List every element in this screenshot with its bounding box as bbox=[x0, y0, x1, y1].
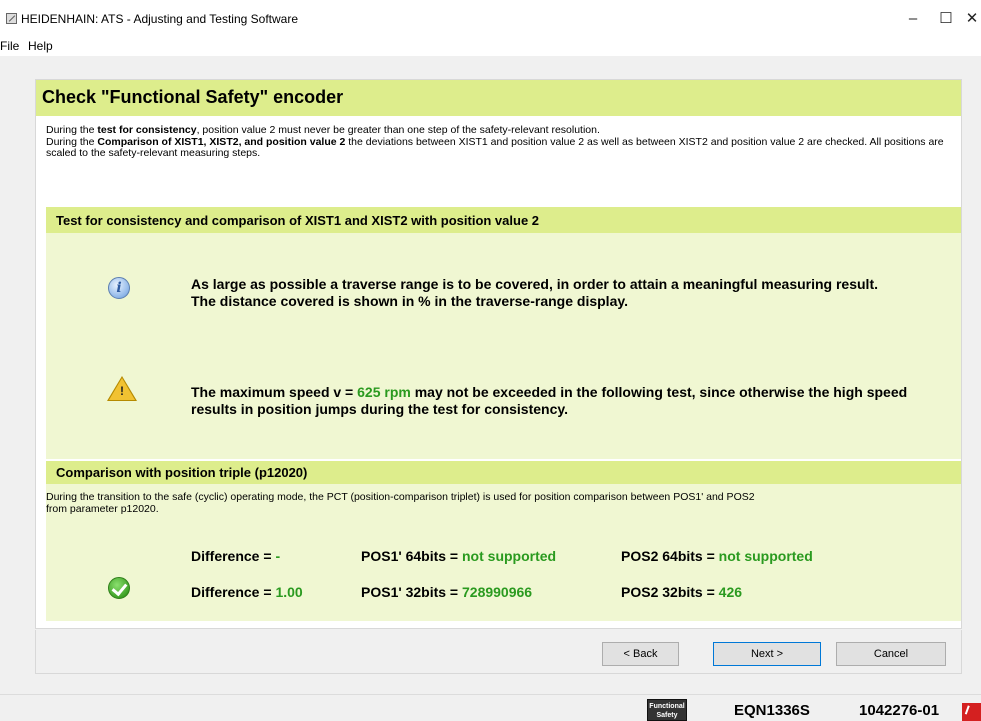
triple-description: During the transition to the safe (cycli… bbox=[46, 491, 951, 515]
info-line-2: The distance covered is shown in % in th… bbox=[191, 293, 628, 309]
badge-line-1: Functional bbox=[649, 703, 685, 710]
wizard-panel: Check "Functional Safety" encoder During… bbox=[35, 79, 962, 629]
status-error-icon[interactable] bbox=[962, 703, 981, 721]
menu-bar: File Help bbox=[0, 36, 981, 56]
difference-64-readout: Difference = - bbox=[191, 548, 280, 564]
cancel-button[interactable]: Cancel bbox=[836, 642, 946, 666]
status-bar: Functional Safety EQN1336S 1042276-01 bbox=[0, 694, 981, 721]
pos1-32-label: POS1' 32bits = bbox=[361, 584, 462, 600]
pos2-32-readout: POS2 32bits = 426 bbox=[621, 584, 742, 600]
pos2-64-label: POS2 64bits = bbox=[621, 548, 719, 564]
pos1-64-readout: POS1' 64bits = not supported bbox=[361, 548, 556, 564]
pos2-64-value: not supported bbox=[718, 548, 813, 564]
check-icon bbox=[108, 577, 130, 599]
pos2-32-label: POS2 32bits = bbox=[621, 584, 719, 600]
page-title: Check "Functional Safety" encoder bbox=[42, 87, 344, 107]
difference-32-readout: Difference = 1.00 bbox=[191, 584, 303, 600]
intro-p1-b: , position value 2 must never be greater… bbox=[196, 124, 600, 136]
warning-icon-fill: ! bbox=[109, 378, 135, 400]
intro-p1-a: During the bbox=[46, 124, 98, 136]
close-button[interactable]: ✕ bbox=[961, 8, 981, 30]
page-header: Check "Functional Safety" encoder bbox=[36, 80, 961, 116]
section-consistency-body: i As large as possible a traverse range … bbox=[46, 233, 961, 459]
minimize-button[interactable]: – bbox=[902, 8, 924, 30]
button-bar: < Back Next > Cancel bbox=[35, 630, 962, 674]
pos1-32-readout: POS1' 32bits = 728990966 bbox=[361, 584, 532, 600]
warning-icon-mark: ! bbox=[120, 384, 124, 398]
pos1-64-label: POS1' 64bits = bbox=[361, 548, 462, 564]
next-button[interactable]: Next > bbox=[713, 642, 821, 666]
pos2-64-readout: POS2 64bits = not supported bbox=[621, 548, 813, 564]
back-button[interactable]: < Back bbox=[602, 642, 679, 666]
menu-file[interactable]: File bbox=[0, 39, 19, 53]
serial-number: 1042276-01 bbox=[859, 702, 940, 719]
pos1-32-value: 728990966 bbox=[462, 584, 533, 600]
badge-line-2: Safety bbox=[656, 712, 678, 719]
window-title: HEIDENHAIN: ATS - Adjusting and Testing … bbox=[21, 12, 299, 26]
intro-p1-bold: test for consistency bbox=[97, 124, 197, 136]
section-triple-header: Comparison with position triple (p12020) bbox=[46, 461, 961, 484]
intro-p2-bold: Comparison of XIST1, XIST2, and position… bbox=[97, 135, 346, 148]
triple-desc-line-1: During the transition to the safe (cycli… bbox=[46, 491, 755, 503]
encoder-name: EQN1336S bbox=[734, 702, 810, 719]
difference-64-label: Difference = bbox=[191, 548, 276, 564]
intro-text: During the test for consistency, positio… bbox=[46, 124, 951, 160]
difference-32-value: 1.00 bbox=[275, 584, 303, 600]
section-triple-title: Comparison with position triple (p12020) bbox=[56, 465, 308, 480]
section-consistency-header: Test for consistency and comparison of X… bbox=[46, 207, 961, 233]
title-bar: HEIDENHAIN: ATS - Adjusting and Testing … bbox=[0, 0, 981, 36]
warning-pre: The maximum speed v = bbox=[191, 384, 358, 400]
difference-32-label: Difference = bbox=[191, 584, 276, 600]
pos2-32-value: 426 bbox=[718, 584, 743, 600]
warning-message: The maximum speed v = 625 rpm may not be… bbox=[191, 384, 951, 418]
section-triple-body: During the transition to the safe (cycli… bbox=[46, 484, 961, 621]
section-consistency-title: Test for consistency and comparison of X… bbox=[56, 213, 540, 228]
triple-desc-line-2: from parameter p12020. bbox=[46, 503, 159, 515]
difference-64-value: - bbox=[275, 548, 281, 564]
info-message: As large as possible a traverse range is… bbox=[191, 276, 951, 310]
functional-safety-badge: Functional Safety bbox=[647, 699, 687, 721]
maximize-button[interactable]: ☐ bbox=[935, 8, 957, 30]
intro-p2-a: During the bbox=[46, 135, 98, 148]
app-icon bbox=[6, 13, 17, 24]
menu-help[interactable]: Help bbox=[28, 39, 53, 53]
info-icon: i bbox=[108, 277, 130, 299]
max-speed-value: 625 rpm bbox=[357, 384, 411, 400]
info-line-1: As large as possible a traverse range is… bbox=[191, 276, 878, 292]
pos1-64-value: not supported bbox=[462, 548, 557, 564]
